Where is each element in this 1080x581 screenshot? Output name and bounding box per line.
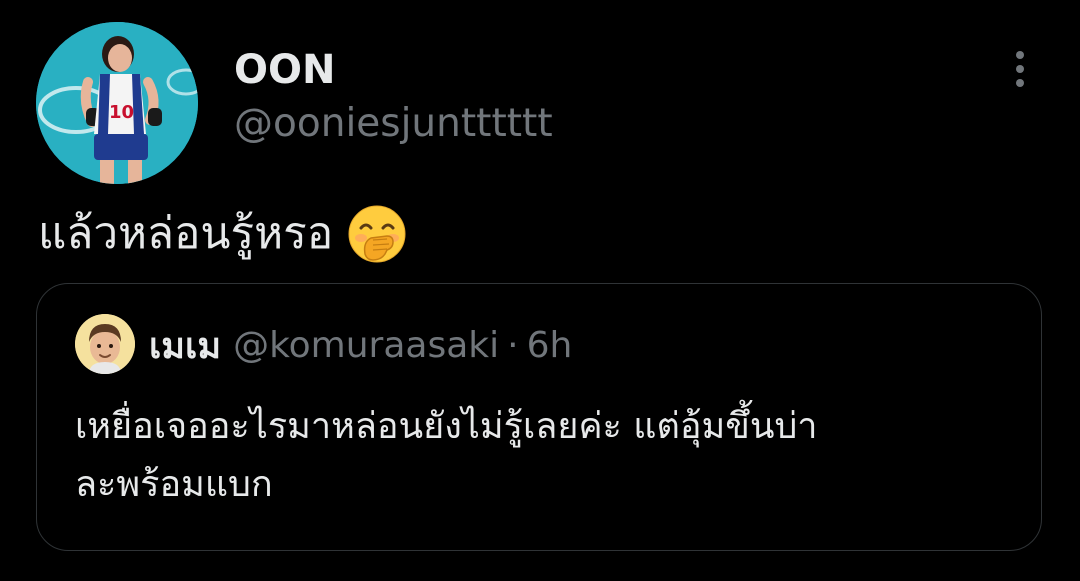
quoted-author-display-name[interactable]: เมเม [149,317,221,374]
volleyball-player-avatar-icon: 10 [36,22,198,184]
memoji-avatar-icon [75,314,135,374]
quoted-text-line-1: เหยื่อเจออะไรมาหล่อนยังไม่รู้เลยค่ะ แต่อ… [75,406,818,447]
quoted-author-avatar[interactable] [75,314,135,374]
quoted-separator: · [507,324,519,366]
quoted-tweet-header: เมเม @komuraasaki · 6h [149,320,572,370]
more-vertical-icon-dot-3 [1016,79,1024,87]
svg-text:10: 10 [109,102,134,123]
more-vertical-icon [1016,51,1024,59]
quoted-text-line-2: ละพร้อมแบก [75,464,273,505]
author-avatar[interactable]: 10 [36,22,198,184]
author-handle[interactable]: @ooniesjuntttttt [234,98,553,150]
quoted-tweet-card[interactable]: เมเม @komuraasaki · 6h เหยื่อเจออะไรมาหล… [36,283,1042,551]
face-with-hand-over-mouth-emoji-icon [347,204,407,264]
quoted-tweet-text: เหยื่อเจออะไรมาหล่อนยังไม่รู้เลยค่ะ แต่อ… [75,398,1015,514]
tweet-text-content: แล้วหล่อนรู้หรอ [38,208,334,259]
author-display-name[interactable]: OON [234,44,335,96]
more-options-button[interactable] [996,44,1044,94]
quoted-author-handle[interactable]: @komuraasaki [233,325,499,366]
more-vertical-icon-dot-2 [1016,65,1024,73]
quoted-timestamp[interactable]: 6h [527,325,573,366]
tweet-text: แล้วหล่อนรู้หรอ [38,204,407,264]
